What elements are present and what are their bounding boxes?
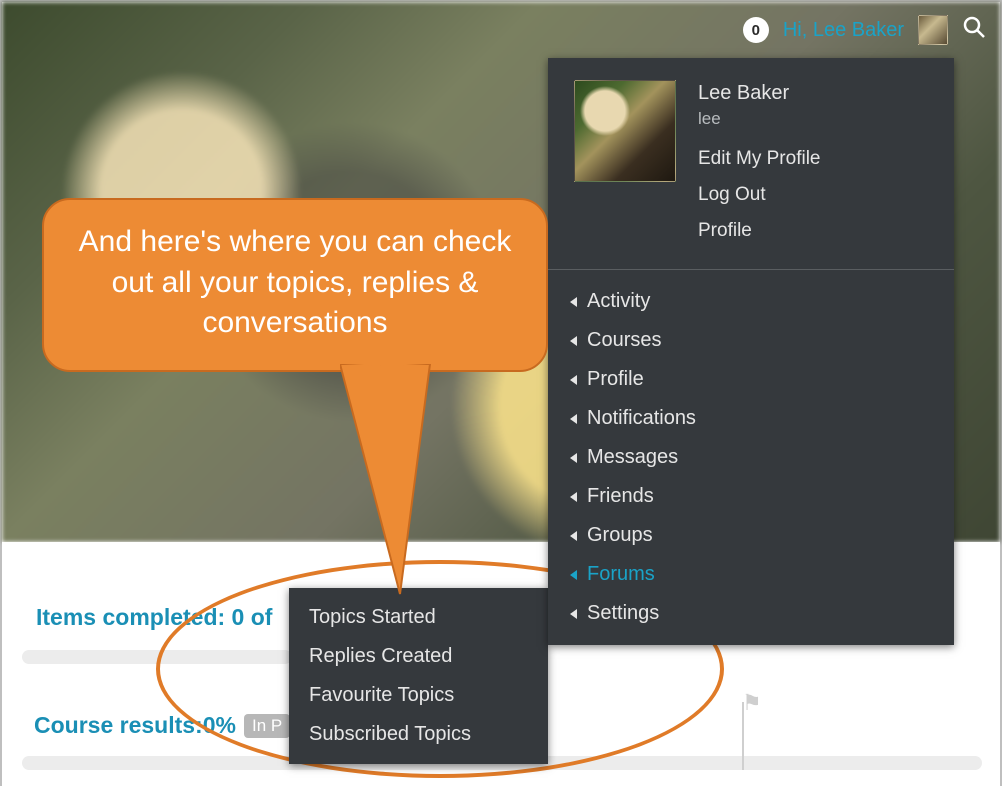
menu-label: Settings <box>587 602 659 625</box>
avatar-thumb[interactable] <box>918 15 948 45</box>
profile-info: Lee Baker lee Edit My Profile Log Out Pr… <box>698 80 820 247</box>
profile-link[interactable]: Profile <box>698 215 820 247</box>
menu-courses[interactable]: Courses <box>548 321 954 360</box>
course-results-label: Course results:0% <box>34 712 236 739</box>
topbar: 0 Hi, Lee Baker <box>743 2 1000 58</box>
dropdown-menu: Activity Courses Profile Notifications M… <box>548 270 954 645</box>
forums-submenu: Topics Started Replies Created Favourite… <box>289 588 548 764</box>
menu-messages[interactable]: Messages <box>548 438 954 477</box>
menu-settings[interactable]: Settings <box>548 594 954 633</box>
user-dropdown: Lee Baker lee Edit My Profile Log Out Pr… <box>548 58 954 645</box>
menu-label: Courses <box>587 329 661 352</box>
menu-friends[interactable]: Friends <box>548 477 954 516</box>
avatar <box>574 80 676 182</box>
profile-username: lee <box>698 109 820 129</box>
chevron-left-icon <box>570 570 577 580</box>
status-badge: In P <box>244 714 290 738</box>
submenu-replies-created[interactable]: Replies Created <box>289 637 548 676</box>
logout-link[interactable]: Log Out <box>698 179 820 211</box>
menu-label: Friends <box>587 485 654 508</box>
search-icon[interactable] <box>962 15 986 46</box>
course-results-row: Course results:0% In P <box>34 712 290 739</box>
chevron-left-icon <box>570 609 577 619</box>
chevron-left-icon <box>570 336 577 346</box>
chevron-left-icon <box>570 297 577 307</box>
submenu-subscribed-topics[interactable]: Subscribed Topics <box>289 715 548 754</box>
menu-label: Forums <box>587 563 655 586</box>
menu-groups[interactable]: Groups <box>548 516 954 555</box>
chevron-left-icon <box>570 414 577 424</box>
chevron-left-icon <box>570 375 577 385</box>
app-stage: Items completed: 0 of Course results:0% … <box>0 0 1002 786</box>
menu-label: Groups <box>587 524 653 547</box>
edit-profile-link[interactable]: Edit My Profile <box>698 143 820 175</box>
callout-text: And here's where you can check out all y… <box>79 225 512 339</box>
items-completed-label: Items completed: 0 of <box>36 604 272 631</box>
profile-name: Lee Baker <box>698 82 820 105</box>
menu-activity[interactable]: Activity <box>548 282 954 321</box>
flag-icon: ⚑ <box>742 690 762 716</box>
menu-label: Notifications <box>587 407 696 430</box>
chevron-left-icon <box>570 453 577 463</box>
notification-count-badge[interactable]: 0 <box>743 17 769 43</box>
user-greeting[interactable]: Hi, Lee Baker <box>783 19 904 42</box>
annotation-callout: And here's where you can check out all y… <box>42 198 548 372</box>
menu-profile[interactable]: Profile <box>548 360 954 399</box>
menu-forums[interactable]: Forums <box>548 555 954 594</box>
dropdown-profile-section: Lee Baker lee Edit My Profile Log Out Pr… <box>548 58 954 270</box>
menu-label: Profile <box>587 368 644 391</box>
chevron-left-icon <box>570 492 577 502</box>
chevron-left-icon <box>570 531 577 541</box>
menu-label: Messages <box>587 446 678 469</box>
items-progress-bar <box>22 650 292 664</box>
submenu-favourite-topics[interactable]: Favourite Topics <box>289 676 548 715</box>
menu-notifications[interactable]: Notifications <box>548 399 954 438</box>
menu-label: Activity <box>587 290 650 313</box>
